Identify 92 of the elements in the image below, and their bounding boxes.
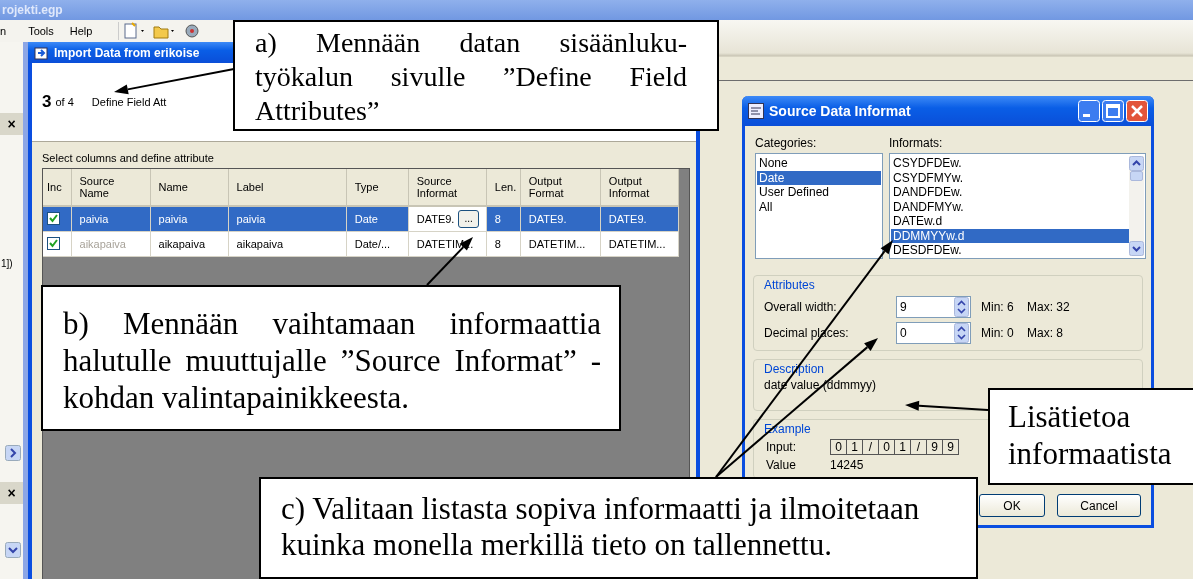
table-row[interactable]: paivia paivia paivia Date DATE9. ... 8 DATE9. DATE9. (43, 206, 679, 231)
spin-field[interactable]: 9 (896, 296, 971, 318)
table-cell: 8 (494, 237, 501, 250)
spinner-arrows-icon[interactable] (954, 297, 969, 317)
menu-item[interactable]: n (0, 25, 15, 37)
instruction-text: Select columns and define attribute (42, 152, 215, 166)
minimize-icon[interactable] (1078, 100, 1100, 122)
column-header[interactable]: Label (228, 169, 347, 206)
list-item[interactable]: DANDFDEw. (891, 185, 1129, 200)
list-label: Informats: (889, 136, 944, 150)
window-title: Source Data Informat (769, 103, 912, 119)
list-item[interactable]: DANDFMYw. (891, 199, 1129, 214)
dialog-button[interactable]: OK (979, 494, 1045, 517)
dialog-button[interactable]: Cancel (1057, 494, 1141, 517)
max-text: Max: 8 (1027, 326, 1063, 340)
input-char: 0 (831, 440, 847, 454)
table-cell: Date (354, 212, 378, 225)
table-cell: DATE9. (416, 212, 455, 225)
spin-field[interactable]: 0 (896, 322, 971, 344)
menu-item[interactable]: Help (69, 25, 101, 37)
table-cell: Date/... (354, 237, 391, 250)
input-char: / (863, 440, 879, 454)
input-char: 9 (927, 440, 943, 454)
menu-item[interactable]: Tools (28, 25, 62, 37)
table-cell: paivia (79, 212, 109, 225)
list-label: Categories: (755, 136, 818, 150)
column-header[interactable]: Len. (486, 169, 521, 206)
list-item[interactable]: DESDFDEw. (891, 243, 1129, 258)
close-button[interactable]: × (0, 482, 23, 504)
table-cell: DATETIM... (608, 237, 666, 250)
scroll-thumb[interactable] (1130, 171, 1143, 181)
table-cell: paivia (236, 212, 266, 225)
step-count: of 4 (55, 96, 74, 108)
table-cell: DATETIM... (528, 237, 586, 250)
scroll-right-button-icon[interactable] (5, 445, 21, 461)
browse-button[interactable]: ... (458, 209, 479, 228)
table-cell: aikapaiva (79, 237, 126, 250)
input-char: 1 (847, 440, 863, 454)
list-item[interactable]: None (757, 156, 881, 171)
list-item[interactable]: DDMMYYw.d (891, 228, 1129, 243)
column-header[interactable]: Type (346, 169, 409, 206)
table-cell: DATE9. (528, 212, 567, 225)
input-char: / (911, 440, 927, 454)
list-item[interactable]: All (757, 199, 881, 214)
list-item[interactable]: User Defined (757, 185, 881, 200)
close-button[interactable]: × (0, 113, 23, 135)
text-fragment: 1]) (1, 258, 13, 269)
checkbox[interactable] (47, 212, 60, 226)
value-text: 14245 (830, 458, 864, 472)
spinner-arrows-icon[interactable] (954, 323, 969, 343)
column-header[interactable]: Source Informat (408, 169, 487, 206)
callout-text: a) Mennään datan sisäänluku-työkalun sivulle ”Define Field Attributes” (233, 20, 719, 131)
format-icon (748, 103, 764, 119)
table-cell: 8 (494, 212, 501, 225)
step-title: Define Field Att (91, 96, 167, 108)
step-number: 3 (42, 92, 52, 112)
list-item[interactable]: DATEw.d (891, 214, 1129, 229)
input-char: 0 (879, 440, 895, 454)
window-title: rojekti.egp (2, 3, 63, 17)
column-header[interactable]: Output Format (520, 169, 601, 206)
list-item[interactable]: CSYDFMYw. (891, 170, 1129, 185)
column-header[interactable]: Inc (43, 169, 71, 206)
list-item[interactable]: CSYDFDEw. (891, 156, 1129, 171)
callout-text: b) Mennään vaihtamaan informaattia halutulle muuttujalle ”Source Informat” - kohdan valintapainikkeesta. (41, 285, 621, 431)
table-cell: aikapaiva (158, 237, 206, 250)
window-title: Import Data from erikoise (54, 45, 200, 60)
column-header[interactable]: Output Informat (600, 169, 679, 206)
scroll-up-icon[interactable] (1129, 156, 1144, 171)
close-icon[interactable] (1126, 100, 1148, 122)
checkbox[interactable] (47, 237, 60, 250)
gear-icon[interactable] (183, 22, 202, 40)
table-cell: aikapaiva (236, 237, 284, 250)
import-icon (34, 44, 50, 61)
column-header[interactable]: Source Name (71, 169, 151, 206)
callout-text: Lisätietoa informaatista (988, 388, 1193, 485)
table-cell: DATE9. (608, 212, 647, 225)
column-header[interactable]: Name (150, 169, 229, 206)
min-text: Min: 6 (981, 300, 1015, 314)
input-char: 1 (895, 440, 911, 454)
maximize-icon[interactable] (1102, 100, 1124, 122)
input-char: 9 (946, 440, 955, 454)
scroll-down-icon[interactable] (1129, 241, 1144, 256)
field-label: Value (765, 458, 797, 472)
callout-text: c) Valitaan listasta sopiva informaatti ja ilmoitetaan kuinka monella merkillä tieto on tallennettu. (259, 477, 978, 579)
max-text: Max: 32 (1027, 300, 1070, 314)
group-title: Attributes (764, 278, 816, 292)
table-cell: paivia (158, 212, 188, 225)
field-label: Input: (765, 440, 798, 454)
field-label: Overall width: (764, 300, 838, 314)
scrollbar[interactable] (1129, 156, 1144, 256)
list-item[interactable]: Date (757, 170, 881, 185)
min-text: Min: 0 (981, 326, 1015, 340)
